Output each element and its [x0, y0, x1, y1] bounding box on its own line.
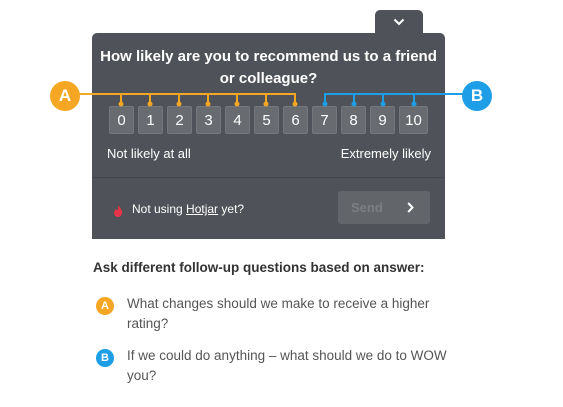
bracket-a [79, 93, 298, 107]
badge-a-large: A [50, 81, 80, 111]
badge-a-small: A [96, 297, 114, 315]
bracket-b-dot-8 [351, 101, 357, 107]
bracket-a-dot-0 [118, 101, 124, 107]
badge-b-small: B [96, 349, 114, 367]
bracket-b-dot-10 [411, 101, 417, 107]
badge-b-large: B [462, 81, 492, 111]
bracket-a-dot-4 [234, 101, 240, 107]
note-a-text: What changes should we make to receive a… [127, 296, 430, 331]
bracket-b-dot-9 [380, 101, 386, 107]
note-b-text: If we could do anything – what should we… [127, 348, 447, 383]
bracket-a-dot-2 [176, 101, 182, 107]
bracket-b [322, 93, 463, 107]
annotation-heading: Ask different follow-up questions based … [93, 260, 425, 275]
bracket-b-dot-7 [322, 101, 328, 107]
bracket-a-dot-6 [292, 101, 298, 107]
bracket-a-dot-3 [205, 101, 211, 107]
bracket-a-dot-5 [263, 101, 269, 107]
bracket-a-dot-1 [147, 101, 153, 107]
